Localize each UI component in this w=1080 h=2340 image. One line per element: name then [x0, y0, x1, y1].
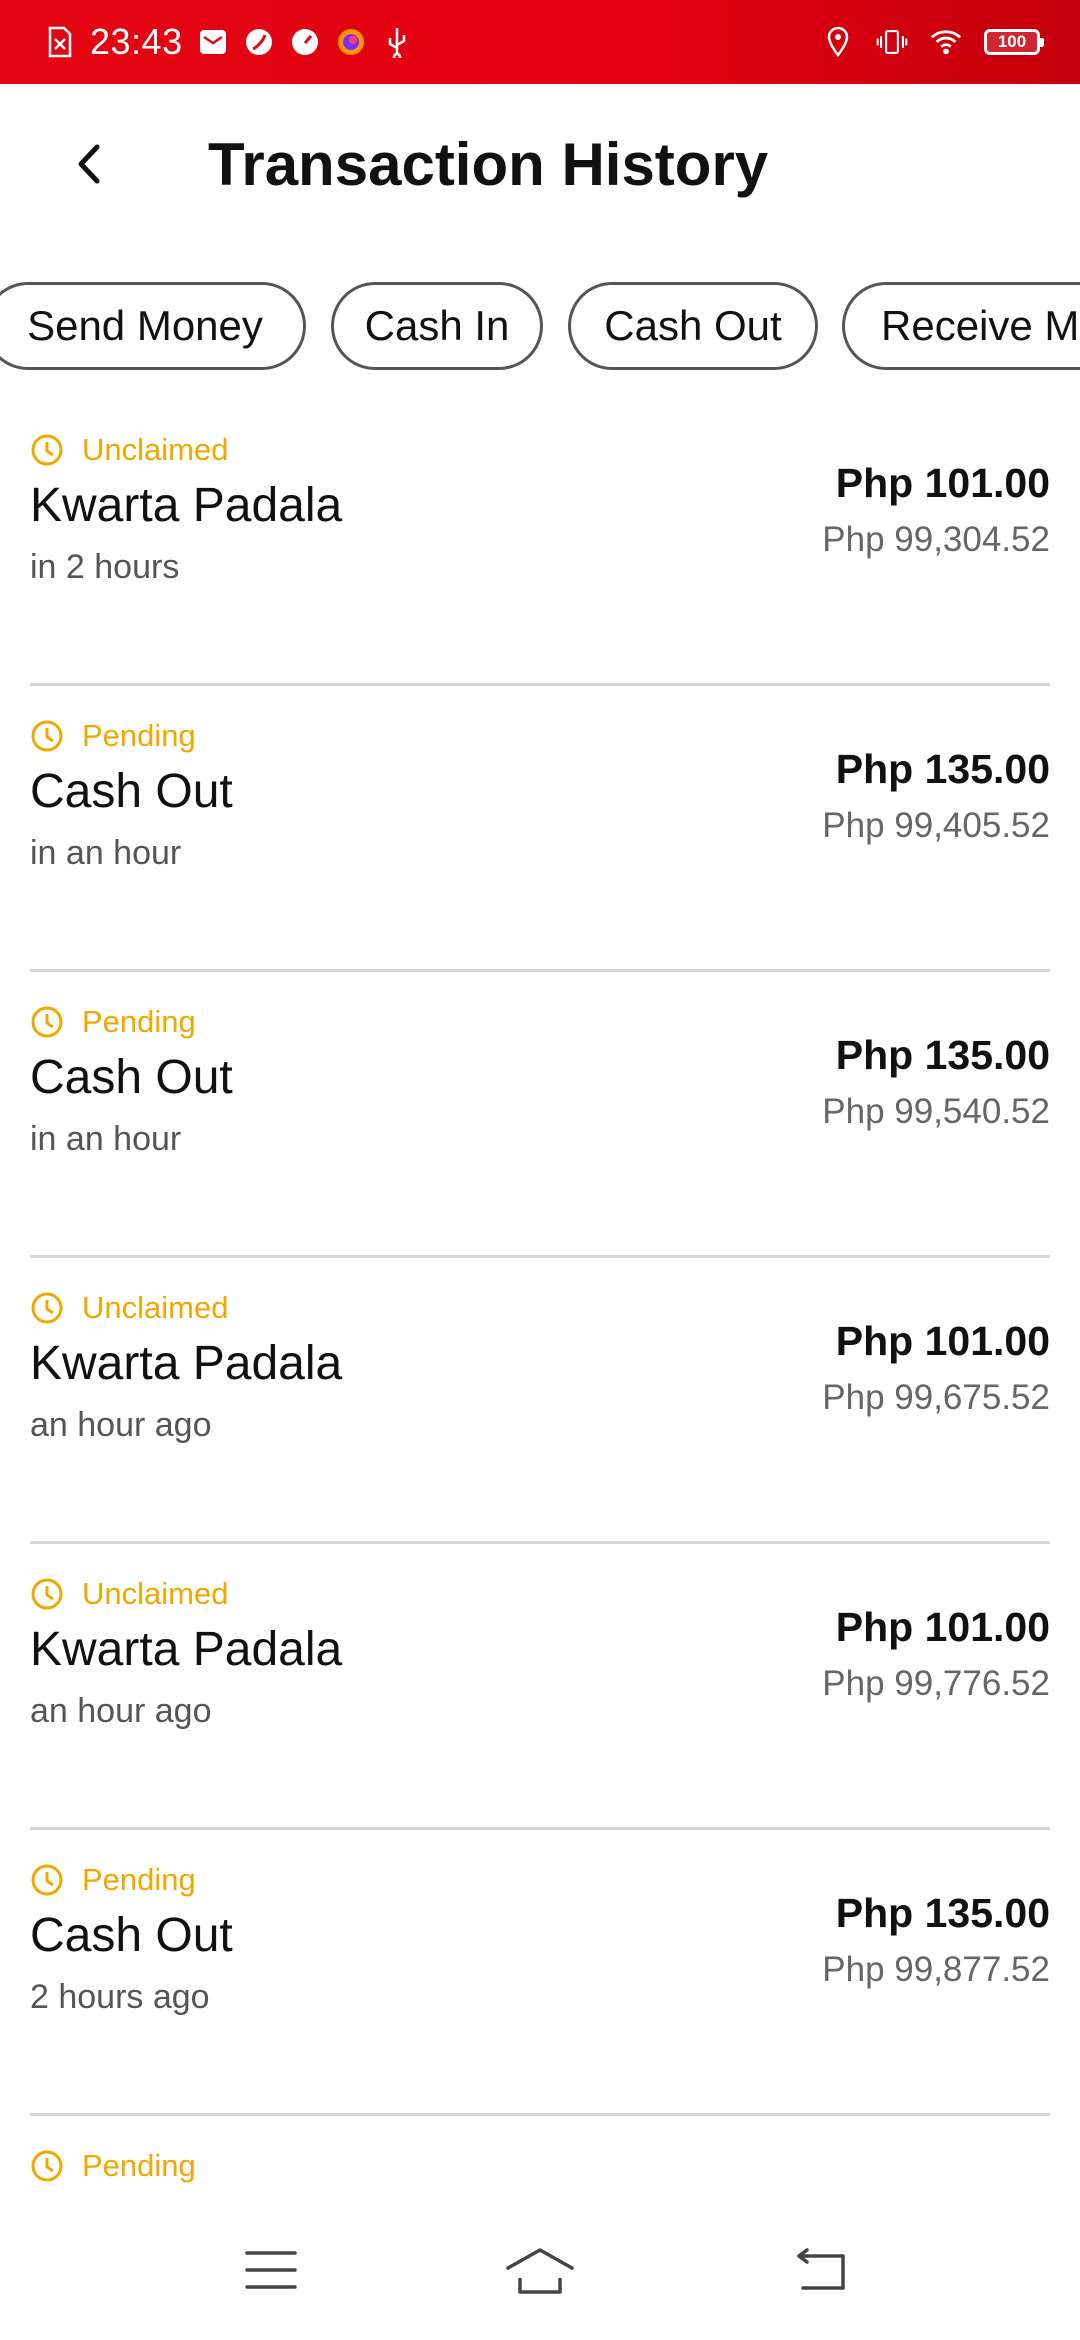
- menu-button[interactable]: [231, 2240, 311, 2300]
- home-icon: [506, 2248, 574, 2294]
- chip-cash-in[interactable]: Cash In: [331, 282, 543, 370]
- status-text: Pending: [82, 2148, 196, 2183]
- system-nav-bar: [0, 2200, 1080, 2340]
- transaction-row[interactable]: Unclaimed Kwarta Padala an hour ago Php …: [30, 1544, 1050, 1830]
- pie-app-icon: [243, 26, 275, 58]
- status-text: Pending: [82, 1862, 196, 1897]
- clock-icon: [31, 720, 63, 752]
- wifi-icon: [930, 26, 962, 58]
- transaction-balance: Php 99,776.52: [822, 1664, 1050, 1703]
- transaction-row[interactable]: Pending Cash Out in an hour Php 135.00 P…: [30, 972, 1050, 1258]
- transaction-list: Unclaimed Kwarta Padala in 2 hours Php 1…: [30, 400, 1050, 2256]
- battery-icon: 100: [984, 29, 1044, 55]
- status-label: Pending: [30, 718, 196, 754]
- transaction-row[interactable]: Pending Cash Out 2 hours ago Php 135.00 …: [30, 1830, 1050, 2116]
- firefox-icon: [335, 26, 367, 58]
- transaction-balance: Php 99,675.52: [822, 1378, 1050, 1417]
- transaction-row[interactable]: Unclaimed Kwarta Padala in 2 hours Php 1…: [30, 400, 1050, 686]
- menu-icon: [245, 2251, 297, 2289]
- transaction-amount: Php 135.00: [835, 1890, 1050, 1936]
- vibrate-icon: [876, 26, 908, 58]
- chip-receive-money[interactable]: Receive Money: [842, 282, 1080, 370]
- clock-icon: [31, 2150, 63, 2182]
- page-title: Transaction History: [208, 131, 769, 198]
- transaction-time: in 2 hours: [30, 548, 180, 586]
- transaction-time: in an hour: [30, 834, 182, 872]
- app-header: Transaction History: [0, 84, 1080, 254]
- status-label: Pending: [30, 1862, 196, 1898]
- back-nav-icon: [797, 2248, 845, 2290]
- filter-chips[interactable]: Send Money Cash In Cash Out Receive Mone…: [0, 282, 1080, 372]
- transaction-time: an hour ago: [30, 1406, 212, 1444]
- chevron-left-icon: [73, 143, 103, 190]
- transaction-amount: Php 135.00: [835, 746, 1050, 792]
- clock-icon: [31, 1292, 63, 1324]
- transaction-name: Cash Out: [30, 1909, 233, 1962]
- back-button[interactable]: [56, 134, 120, 198]
- chip-send-money[interactable]: Send Money: [0, 282, 306, 370]
- transaction-name: Kwarta Padala: [30, 479, 343, 532]
- transaction-row[interactable]: Unclaimed Kwarta Padala an hour ago Php …: [30, 1258, 1050, 1544]
- transaction-time: an hour ago: [30, 1692, 212, 1730]
- transaction-time: in an hour: [30, 1120, 182, 1158]
- transaction-amount: Php 101.00: [835, 1604, 1050, 1650]
- transaction-name: Cash Out: [30, 765, 233, 818]
- status-text: Unclaimed: [82, 432, 229, 467]
- status-text: Unclaimed: [82, 1576, 229, 1611]
- sim-off-icon: [44, 26, 76, 58]
- transaction-balance: Php 99,877.52: [822, 1950, 1050, 1989]
- transaction-balance: Php 99,405.52: [822, 806, 1050, 845]
- status-text: Unclaimed: [82, 1290, 229, 1325]
- speed-icon: [289, 26, 321, 58]
- clock-icon: [31, 1006, 63, 1038]
- transaction-name: Kwarta Padala: [30, 1337, 343, 1390]
- status-label: Unclaimed: [30, 1290, 228, 1326]
- transaction-time: 2 hours ago: [30, 1978, 210, 2016]
- clock-icon: [31, 1578, 63, 1610]
- transaction-name: Cash Out: [30, 1051, 233, 1104]
- transaction-balance: Php 99,304.52: [822, 520, 1050, 559]
- chip-cash-out[interactable]: Cash Out: [568, 282, 818, 370]
- usb-icon: [381, 26, 413, 58]
- status-time: 23:43: [90, 21, 183, 62]
- status-bar: 23:43 100: [0, 0, 1080, 84]
- status-text: Pending: [82, 718, 196, 753]
- clock-icon: [31, 1864, 63, 1896]
- status-label: Unclaimed: [30, 1576, 228, 1612]
- transaction-amount: Php 101.00: [835, 1318, 1050, 1364]
- transaction-amount: Php 101.00: [835, 460, 1050, 506]
- clock-icon: [31, 434, 63, 466]
- transaction-balance: Php 99,540.52: [822, 1092, 1050, 1131]
- home-button[interactable]: [500, 2240, 580, 2300]
- location-icon: [822, 26, 854, 58]
- status-label: Pending: [30, 2148, 196, 2184]
- transaction-name: Kwarta Padala: [30, 1623, 343, 1676]
- status-bar-right: 100: [822, 0, 1044, 84]
- status-bar-left: 23:43: [44, 0, 413, 84]
- mail-icon: [197, 26, 229, 58]
- transaction-amount: Php 135.00: [835, 1032, 1050, 1078]
- status-label: Unclaimed: [30, 432, 228, 468]
- status-label: Pending: [30, 1004, 196, 1040]
- back-nav-button[interactable]: [783, 2240, 863, 2300]
- transaction-row[interactable]: Pending Cash Out in an hour Php 135.00 P…: [30, 686, 1050, 972]
- status-text: Pending: [82, 1004, 196, 1039]
